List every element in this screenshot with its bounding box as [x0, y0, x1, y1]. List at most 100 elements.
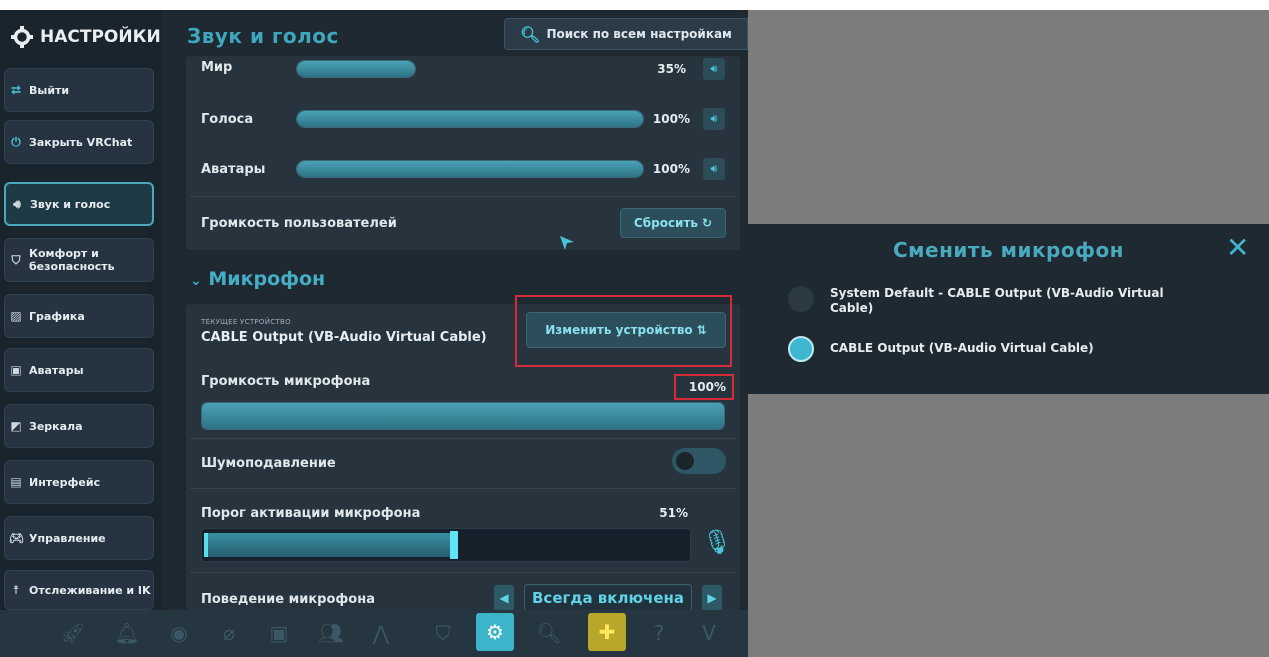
threshold-label: Порог активации микрофона: [201, 506, 421, 521]
avatars-volume-slider[interactable]: [296, 160, 644, 178]
threshold-handle[interactable]: [450, 531, 458, 559]
divider: [190, 196, 736, 197]
settings-gear-icon[interactable]: ⚙︎: [476, 613, 514, 651]
avatars-volume-pct: 100%: [652, 162, 690, 176]
user-volume-label: Громкость пользователей: [201, 216, 397, 231]
sidebar-item-comfort[interactable]: ⛉ Комфорт и безопасность: [4, 238, 154, 282]
sidebar: НАСТРОЙКИ ⮂ Выйти ⏻ Закрыть VRChat 🔊︎ Зв…: [0, 10, 162, 610]
noise-suppression-label: Шумоподавление: [201, 456, 336, 471]
sidebar-item-label: Аватары: [29, 363, 84, 377]
search-button[interactable]: 🔍︎ Поиск по всем настройкам: [504, 18, 748, 50]
microphone-section-label: Микрофон: [208, 268, 326, 290]
change-microphone-popup: Сменить микрофон ✕ System Default - CABL…: [748, 224, 1269, 394]
avatars-icon[interactable]: ▣: [264, 618, 294, 648]
sidebar-item-close-vrchat[interactable]: ⏻ Закрыть VRChat: [4, 120, 154, 164]
avatars-volume-speaker-icon[interactable]: 🔊︎: [703, 158, 725, 180]
sidebar-item-exit[interactable]: ⮂ Выйти: [4, 68, 154, 112]
sidebar-item-avatars[interactable]: ▣ Аватары: [4, 348, 154, 392]
vrc-logo-icon[interactable]: V: [694, 618, 724, 648]
threshold-slider[interactable]: [201, 528, 691, 562]
mirror-icon: ◩: [10, 418, 22, 433]
chevron-right-icon: ▶: [707, 591, 717, 605]
search-label: Поиск по всем настройкам: [546, 27, 732, 41]
sidebar-item-interface[interactable]: ▤ Интерфейс: [4, 460, 154, 504]
rocket-icon[interactable]: 🚀︎: [58, 618, 88, 648]
sidebar-title: НАСТРОЙКИ: [10, 24, 161, 50]
close-icon[interactable]: ✕: [1226, 234, 1249, 262]
divider: [190, 438, 736, 439]
behavior-next-button[interactable]: ▶: [702, 585, 722, 611]
mic-option[interactable]: CABLE Output (VB-Audio Virtual Cable): [788, 336, 1210, 362]
microphone-icon: 🎙︎: [702, 528, 733, 556]
sidebar-item-label: Звук и голос: [30, 197, 111, 211]
sidebar-item-label: Интерфейс: [29, 475, 101, 489]
volume-row-label: Мир: [201, 60, 233, 75]
gamepad-icon: 🎮︎: [9, 530, 25, 545]
sidebar-item-mirrors[interactable]: ◩ Зеркала: [4, 404, 154, 448]
reset-label: Сбросить: [633, 216, 699, 230]
sidebar-title-text: НАСТРОЙКИ: [40, 27, 161, 47]
safety-icon[interactable]: ⛉: [428, 618, 458, 648]
voices-volume-speaker-icon[interactable]: 🔊︎: [703, 108, 725, 130]
gear-icon: [11, 26, 33, 48]
slider-fill: [297, 61, 415, 77]
chevron-left-icon: ◀: [499, 591, 509, 605]
sidebar-item-controls[interactable]: 🎮︎ Управление: [4, 516, 154, 560]
world-volume-pct: 35%: [657, 62, 686, 76]
sidebar-item-label: Управление: [29, 531, 106, 545]
current-device-caption: ТЕКУЩЕЕ УСТРОЙСТВО: [201, 318, 291, 326]
behavior-value: Всегда включена: [524, 584, 692, 612]
image-icon: ▨: [10, 308, 22, 323]
sidebar-item-label: Зеркала: [29, 419, 83, 433]
help-icon[interactable]: ?: [644, 618, 674, 648]
vrchat-settings-window: НАСТРОЙКИ ⮂ Выйти ⏻ Закрыть VRChat 🔊︎ Зв…: [0, 10, 748, 657]
microphone-section-title[interactable]: ⌄ Микрофон: [190, 268, 325, 290]
cursor-icon: [560, 236, 574, 250]
behavior-prev-button[interactable]: ◀: [494, 585, 514, 611]
sidebar-item-label: Выйти: [29, 83, 70, 97]
radio-button-selected[interactable]: [788, 336, 814, 362]
mic-volume-slider[interactable]: [201, 402, 725, 430]
divider: [190, 488, 736, 489]
noise-suppression-toggle[interactable]: [672, 448, 726, 474]
world-volume-speaker-icon[interactable]: 🔊︎: [703, 58, 725, 80]
profile-icon[interactable]: ◉: [164, 618, 194, 648]
mic-option-label: CABLE Output (VB-Audio Virtual Cable): [830, 341, 1094, 355]
shield-icon: ⛉: [11, 252, 21, 267]
sidebar-item-label: Закрыть VRChat: [29, 135, 133, 149]
search-icon[interactable]: 🔍︎: [534, 618, 564, 648]
sidebar-item-graphics[interactable]: ▨ Графика: [4, 294, 154, 338]
slider-fill: [202, 403, 724, 429]
friends-icon[interactable]: 👥︎: [316, 618, 346, 648]
network-icon[interactable]: ⋀: [366, 618, 396, 648]
refresh-icon: ↻: [702, 216, 713, 230]
sidebar-item-tracking[interactable]: ☨ Отслеживание и IK: [4, 570, 154, 610]
mic-option-label: System Default - CABLE Output (VB-Audio …: [830, 286, 1164, 315]
interface-icon: ▤: [10, 474, 22, 489]
divider: [190, 572, 736, 573]
current-device-name: CABLE Output (VB-Audio Virtual Cable): [201, 330, 487, 345]
power-icon: ⏻: [11, 134, 21, 149]
page-title: Звук и голос: [187, 24, 339, 48]
ban-icon[interactable]: ⌀: [214, 618, 244, 648]
exit-icon: ⮂: [11, 82, 21, 97]
behavior-label: Поведение микрофона: [201, 592, 375, 607]
emote-icon[interactable]: ✚: [588, 613, 626, 651]
bell-icon[interactable]: 🔔︎: [112, 618, 142, 648]
radio-button[interactable]: [788, 286, 814, 312]
mic-option[interactable]: System Default - CABLE Output (VB-Audio …: [788, 286, 1210, 316]
voices-volume-slider[interactable]: [296, 110, 644, 128]
bottom-toolbar: 🚀︎ 🔔︎ ◉ ⌀ ▣ 👥︎ ⋀ ⛉ ⚙︎ 🔍︎ ✚ ? V: [0, 610, 748, 657]
popup-title: Сменить микрофон: [892, 238, 1125, 262]
reset-button[interactable]: Сбросить ↻: [620, 208, 726, 238]
tracking-icon: ☨: [12, 582, 20, 597]
toggle-knob: [676, 452, 694, 470]
sidebar-item-sound[interactable]: 🔊︎ Звук и голос: [4, 182, 154, 226]
sidebar-item-label: Графика: [29, 309, 85, 323]
speaker-icon: 🔊︎: [13, 196, 21, 211]
world-volume-slider[interactable]: [296, 60, 416, 78]
threshold-min-marker: [204, 533, 208, 557]
threshold-pct: 51%: [659, 506, 688, 520]
highlight-box: [515, 295, 732, 367]
threshold-fill: [206, 533, 456, 557]
